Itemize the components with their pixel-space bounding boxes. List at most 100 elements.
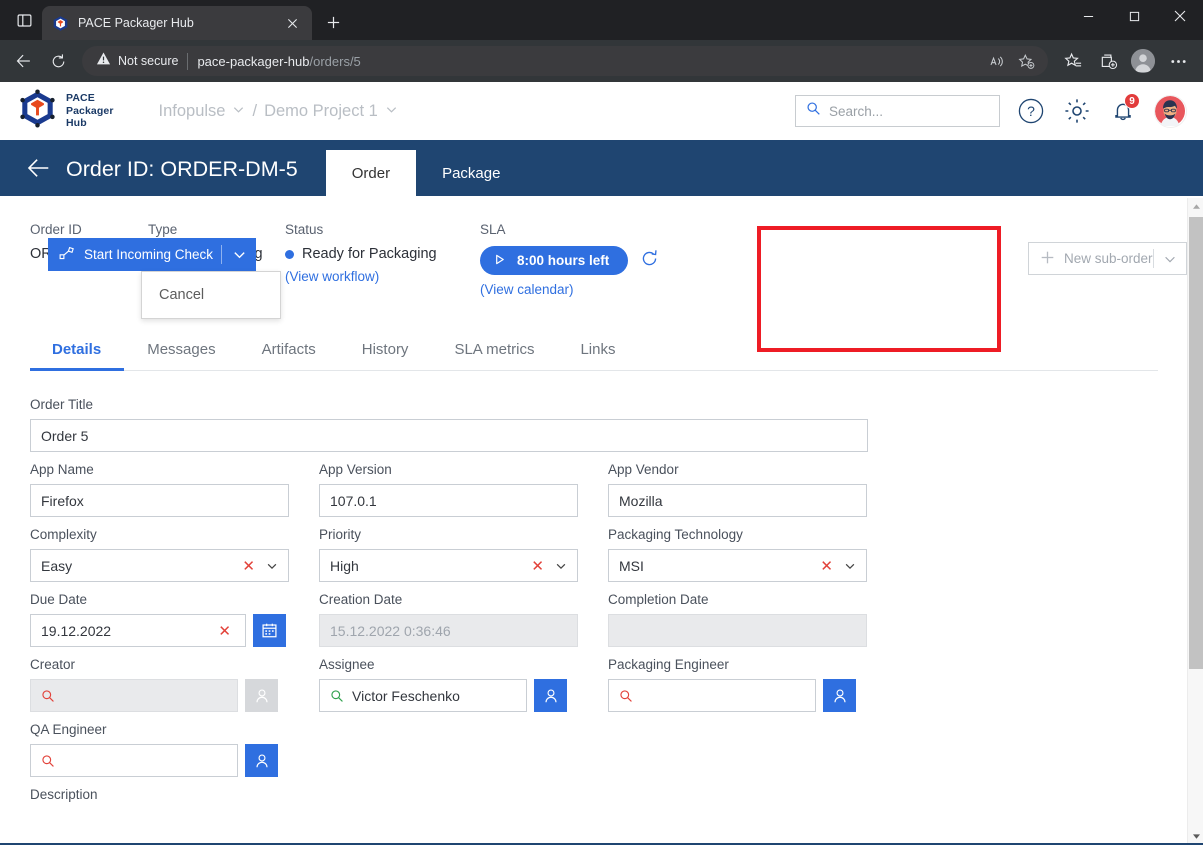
clear-x-icon[interactable]: ✕ bbox=[218, 622, 235, 640]
app-name-input[interactable]: Firefox bbox=[30, 484, 289, 517]
field-priority: Priority High ✕ bbox=[319, 527, 608, 582]
back-arrow-icon[interactable] bbox=[22, 140, 56, 196]
packaging-technology-select[interactable]: MSI ✕ bbox=[608, 549, 867, 582]
close-icon[interactable] bbox=[282, 13, 302, 33]
summary-status-label: Status bbox=[285, 222, 324, 237]
avatar[interactable] bbox=[1154, 94, 1187, 128]
creator-row bbox=[30, 679, 319, 712]
summary-order-id-label: Order ID bbox=[30, 222, 82, 237]
bell-icon[interactable]: 9 bbox=[1108, 93, 1140, 126]
sla-badge-text: 8:00 hours left bbox=[517, 253, 610, 268]
breadcrumb-org[interactable]: Infopulse bbox=[159, 102, 246, 121]
qa-engineer-input[interactable] bbox=[30, 744, 238, 777]
due-date-row: 19.12.2022 ✕ bbox=[30, 614, 319, 647]
complexity-value: Easy bbox=[41, 557, 73, 574]
favorites-icon[interactable] bbox=[1056, 45, 1090, 77]
clear-x-icon[interactable]: ✕ bbox=[820, 557, 837, 575]
completion-date-input bbox=[608, 614, 867, 647]
field-app-version: App Version 107.0.1 bbox=[319, 462, 608, 517]
packaging-engineer-input[interactable] bbox=[608, 679, 816, 712]
tab-sla-metrics[interactable]: SLA metrics bbox=[431, 341, 557, 370]
chevron-down-icon[interactable] bbox=[1154, 252, 1186, 266]
avatar bbox=[1131, 49, 1155, 73]
clear-x-icon[interactable]: ✕ bbox=[242, 557, 259, 575]
person-icon[interactable] bbox=[245, 744, 278, 777]
search-placeholder: Search... bbox=[829, 103, 884, 119]
primary-button-main[interactable]: Start Incoming Check bbox=[48, 246, 221, 264]
back-arrow-icon[interactable] bbox=[8, 45, 40, 77]
tab-package-label: Package bbox=[442, 164, 501, 182]
tab-messages[interactable]: Messages bbox=[124, 341, 238, 370]
tab-list-icon[interactable] bbox=[6, 3, 42, 37]
help-circle-icon[interactable]: ? bbox=[1016, 96, 1046, 126]
chevron-down-icon[interactable] bbox=[266, 560, 278, 572]
person-icon bbox=[245, 679, 278, 712]
scroll-up-icon[interactable] bbox=[1188, 198, 1203, 215]
breadcrumb-project-label: Demo Project 1 bbox=[264, 101, 378, 120]
assignee-input[interactable]: Victor Feschenko bbox=[319, 679, 527, 712]
workflow-icon bbox=[59, 246, 74, 264]
app-vendor-input[interactable]: Mozilla bbox=[608, 484, 867, 517]
tab-artifacts[interactable]: Artifacts bbox=[239, 341, 339, 370]
field-complexity: Complexity Easy ✕ bbox=[30, 527, 319, 582]
tab-messages-label: Messages bbox=[147, 341, 216, 358]
sub-order-button-main[interactable]: New sub-order bbox=[1029, 250, 1153, 268]
priority-value: High bbox=[330, 557, 359, 574]
collections-icon[interactable] bbox=[1091, 45, 1125, 77]
search-icon bbox=[330, 689, 344, 703]
maximize-icon[interactable] bbox=[1111, 0, 1157, 32]
packaging-engineer-row bbox=[608, 679, 897, 712]
menu-item-cancel[interactable]: Cancel bbox=[142, 287, 204, 303]
tab-links[interactable]: Links bbox=[557, 341, 638, 370]
app-logo[interactable]: PACE Packager Hub bbox=[18, 89, 114, 133]
action-highlight-box bbox=[757, 226, 1001, 352]
assignee-label: Assignee bbox=[319, 657, 375, 672]
tab-details[interactable]: Details bbox=[30, 341, 125, 371]
address-bar[interactable]: Not secure pace-packager-hub/orders/5 bbox=[82, 46, 1048, 76]
chevron-down-icon bbox=[385, 102, 398, 121]
omnibox-separator bbox=[187, 52, 189, 70]
view-workflow-link[interactable]: (View workflow) bbox=[285, 269, 480, 284]
scrollbar-thumb[interactable] bbox=[1189, 217, 1203, 669]
close-icon[interactable] bbox=[1157, 0, 1203, 32]
breadcrumb-project[interactable]: Demo Project 1 bbox=[264, 102, 398, 121]
person-icon[interactable] bbox=[534, 679, 567, 712]
refresh-icon[interactable] bbox=[640, 249, 659, 273]
clear-x-icon[interactable]: ✕ bbox=[531, 557, 548, 575]
complexity-select[interactable]: Easy ✕ bbox=[30, 549, 289, 582]
priority-select[interactable]: High ✕ bbox=[319, 549, 578, 582]
start-incoming-check-button[interactable]: Start Incoming Check bbox=[48, 238, 256, 271]
calendar-icon[interactable] bbox=[253, 614, 286, 647]
reload-icon[interactable] bbox=[42, 45, 74, 77]
svg-text:?: ? bbox=[1027, 103, 1035, 119]
sla-badge[interactable]: 8:00 hours left bbox=[480, 246, 629, 275]
person-icon[interactable] bbox=[823, 679, 856, 712]
gear-icon[interactable] bbox=[1062, 96, 1092, 126]
tab-history[interactable]: History bbox=[339, 341, 432, 370]
tab-package[interactable]: Package bbox=[416, 150, 526, 196]
tab-order[interactable]: Order bbox=[325, 150, 417, 196]
browser-tab[interactable]: PACE Packager Hub bbox=[42, 6, 312, 40]
minimize-icon[interactable] bbox=[1065, 0, 1111, 32]
due-date-input[interactable]: 19.12.2022 ✕ bbox=[30, 614, 246, 647]
view-calendar-link[interactable]: (View calendar) bbox=[480, 282, 659, 297]
settings-more-icon[interactable] bbox=[1161, 45, 1195, 77]
summary-sla: SLA 8:00 hours left (View calendar) bbox=[480, 222, 659, 297]
security-indicator[interactable]: Not secure bbox=[96, 51, 178, 71]
url-path: /orders/5 bbox=[309, 53, 361, 69]
read-aloud-icon[interactable] bbox=[982, 47, 1010, 75]
order-content: Order ID ORDER-DM-5 Type App Packaging S… bbox=[0, 196, 1203, 809]
plus-icon[interactable] bbox=[318, 7, 348, 37]
sub-order-button-label: New sub-order bbox=[1064, 251, 1153, 266]
field-description: Description bbox=[30, 787, 98, 809]
search-input[interactable]: Search... bbox=[795, 95, 1000, 127]
chevron-down-icon[interactable] bbox=[222, 247, 256, 262]
profile-icon[interactable] bbox=[1126, 45, 1160, 77]
add-favorite-icon[interactable] bbox=[1012, 47, 1040, 75]
new-sub-order-button[interactable]: New sub-order bbox=[1028, 242, 1187, 275]
chevron-down-icon[interactable] bbox=[555, 560, 567, 572]
chevron-down-icon[interactable] bbox=[844, 560, 856, 572]
vertical-scrollbar[interactable] bbox=[1187, 198, 1203, 845]
order-title-input[interactable]: Order 5 bbox=[30, 419, 868, 452]
app-version-input[interactable]: 107.0.1 bbox=[319, 484, 578, 517]
